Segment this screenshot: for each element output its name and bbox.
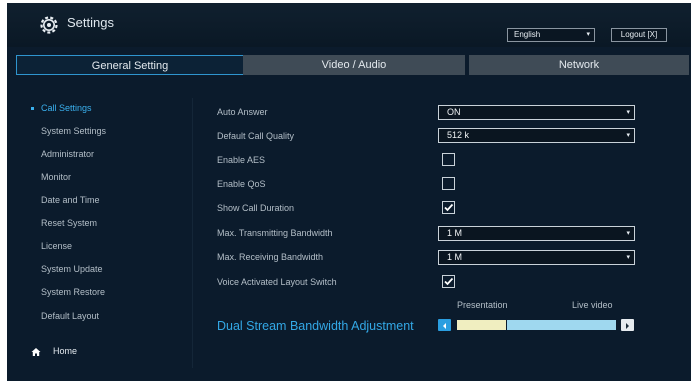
max-rx-bandwidth-value: 1 M: [447, 252, 463, 262]
app-title: Settings: [67, 15, 114, 30]
tab-general-setting[interactable]: General Setting: [16, 55, 244, 75]
sidebar-divider: [192, 98, 193, 368]
bandwidth-slider[interactable]: [457, 320, 616, 330]
settings-window: Settings English ▾ Logout [X] General Se…: [7, 3, 691, 381]
default-call-quality-select[interactable]: 512 k ▾: [438, 128, 635, 143]
arrow-right-icon: [626, 323, 629, 329]
enable-qos-checkbox[interactable]: [442, 177, 455, 190]
sidebar-item-monitor[interactable]: Monitor: [41, 172, 71, 182]
check-icon: [444, 277, 454, 286]
voice-activated-layout-switch-label: Voice Activated Layout Switch: [217, 277, 337, 287]
sidebar-item-license[interactable]: License: [41, 241, 72, 251]
max-rx-bandwidth-select[interactable]: 1 M ▾: [438, 250, 635, 265]
sidebar-item-administrator[interactable]: Administrator: [41, 149, 94, 159]
live-video-bandwidth-bar: [507, 320, 616, 330]
auto-answer-value: ON: [447, 107, 461, 117]
tab-network[interactable]: Network: [469, 55, 689, 75]
bandwidth-increase-button[interactable]: [621, 319, 634, 331]
home-icon: [31, 348, 41, 356]
logout-button[interactable]: Logout [X]: [611, 28, 667, 42]
live-video-label: Live video: [572, 300, 613, 310]
default-call-quality-label: Default Call Quality: [217, 131, 295, 141]
presentation-bandwidth-bar: [457, 320, 506, 330]
check-icon: [444, 203, 454, 212]
dual-stream-label: Dual Stream Bandwidth Adjustment: [217, 319, 414, 333]
sidebar: Call Settings System Settings Administra…: [7, 103, 192, 373]
sidebar-item-date-and-time[interactable]: Date and Time: [41, 195, 100, 205]
top-bar: Settings English ▾ Logout [X]: [7, 3, 691, 47]
sidebar-item-system-update[interactable]: System Update: [41, 264, 103, 274]
sidebar-item-system-settings[interactable]: System Settings: [41, 126, 106, 136]
sidebar-item-call-settings[interactable]: Call Settings: [41, 103, 92, 113]
enable-aes-checkbox[interactable]: [442, 153, 455, 166]
tab-bar: General Setting Video / Audio Network: [7, 55, 691, 79]
enable-qos-label: Enable QoS: [217, 179, 266, 189]
gear-icon: [40, 16, 58, 34]
auto-answer-select[interactable]: ON ▾: [438, 105, 635, 120]
show-call-duration-label: Show Call Duration: [217, 203, 295, 213]
max-tx-bandwidth-label: Max. Transmitting Bandwidth: [217, 228, 333, 238]
sidebar-item-home[interactable]: Home: [53, 346, 77, 356]
voice-activated-layout-switch-checkbox[interactable]: [442, 275, 455, 288]
chevron-down-icon: ▾: [626, 254, 630, 261]
show-call-duration-checkbox[interactable]: [442, 201, 455, 214]
enable-aes-label: Enable AES: [217, 155, 266, 165]
bandwidth-decrease-button[interactable]: [438, 319, 451, 331]
sidebar-item-system-restore[interactable]: System Restore: [41, 287, 105, 297]
max-tx-bandwidth-select[interactable]: 1 M ▾: [438, 226, 635, 241]
language-select[interactable]: English ▾: [507, 28, 595, 42]
active-indicator: [31, 107, 34, 110]
presentation-label: Presentation: [457, 300, 508, 310]
chevron-down-icon: ▾: [626, 230, 630, 237]
default-call-quality-value: 512 k: [447, 130, 470, 140]
sidebar-item-default-layout[interactable]: Default Layout: [41, 311, 99, 321]
max-rx-bandwidth-label: Max. Receiving Bandwidth: [217, 252, 324, 262]
chevron-down-icon: ▾: [586, 31, 590, 38]
sidebar-item-reset-system[interactable]: Reset System: [41, 218, 97, 228]
chevron-down-icon: ▾: [626, 109, 630, 116]
arrow-left-icon: [443, 323, 446, 329]
language-value: English: [514, 30, 541, 39]
chevron-down-icon: ▾: [626, 132, 630, 139]
max-tx-bandwidth-value: 1 M: [447, 228, 463, 238]
auto-answer-label: Auto Answer: [217, 107, 268, 117]
tab-video-audio[interactable]: Video / Audio: [243, 55, 465, 75]
